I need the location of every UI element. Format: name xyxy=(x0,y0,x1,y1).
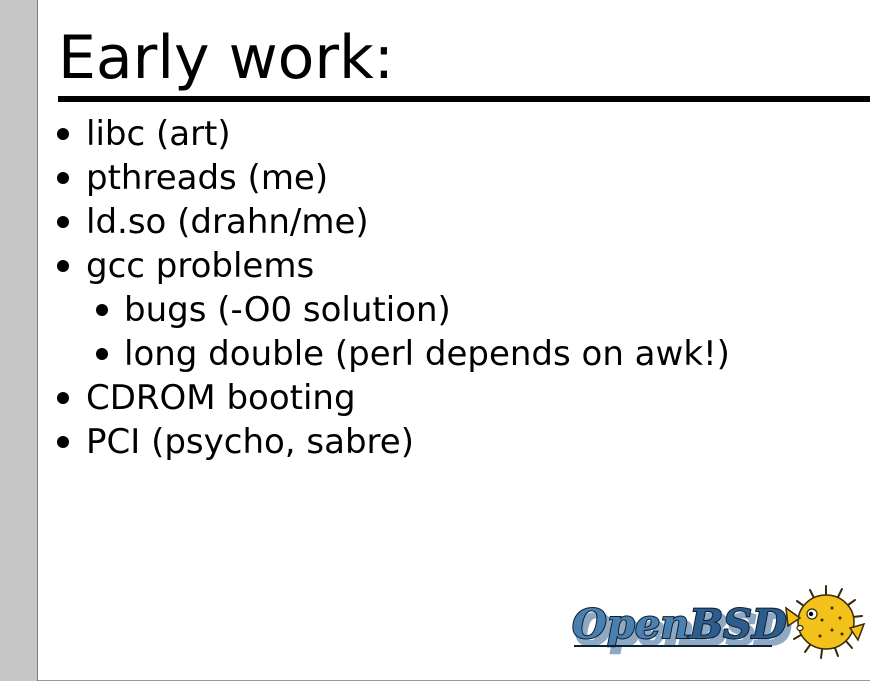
bullet-item: libc (art) xyxy=(38,112,870,156)
bullet-text: CDROM booting xyxy=(86,378,356,418)
bullet-dot-icon xyxy=(57,128,69,140)
pufferfish-icon xyxy=(785,585,866,659)
bullet-text: ld.so (drahn/me) xyxy=(86,202,369,242)
sub-bullet-item: long double (perl depends on awk!) xyxy=(38,332,870,376)
bullet-text: gcc problems xyxy=(86,246,315,286)
left-gutter xyxy=(0,0,38,681)
logo-bsd-text: BSD xyxy=(688,601,787,648)
bullet-text: long double (perl depends on awk!) xyxy=(124,334,730,374)
bullet-dot-icon xyxy=(57,172,69,184)
bullet-text: bugs (-O0 solution) xyxy=(124,290,451,330)
bullet-dot-icon xyxy=(96,348,108,360)
logo-wordmark: OpenBSD xyxy=(572,601,787,648)
bullet-item: gcc problems xyxy=(38,244,870,288)
bullet-text: pthreads (me) xyxy=(86,158,329,198)
openbsd-logo: OpenBSD OpenBSD xyxy=(572,585,866,659)
bullet-item: PCI (psycho, sabre) xyxy=(38,420,870,464)
bullet-dot-icon xyxy=(96,304,108,316)
bullet-dot-icon xyxy=(57,260,69,272)
bullet-dot-icon xyxy=(57,216,69,228)
slide-title: Early work: xyxy=(58,23,395,93)
logo-open-text: Open xyxy=(572,601,689,648)
bullet-item: pthreads (me) xyxy=(38,156,870,200)
title-underline xyxy=(58,96,870,102)
sub-bullet-item: bugs (-O0 solution) xyxy=(38,288,870,332)
bullet-text: PCI (psycho, sabre) xyxy=(86,422,414,462)
bullet-dot-icon xyxy=(57,436,69,448)
bullet-text: libc (art) xyxy=(86,114,231,154)
bullet-list: libc (art) pthreads (me) ld.so (drahn/me… xyxy=(38,112,870,464)
bullet-item: CDROM booting xyxy=(38,376,870,420)
bullet-dot-icon xyxy=(57,392,69,404)
bullet-item: ld.so (drahn/me) xyxy=(38,200,870,244)
slide: Early work: libc (art) pthreads (me) ld.… xyxy=(38,0,870,681)
